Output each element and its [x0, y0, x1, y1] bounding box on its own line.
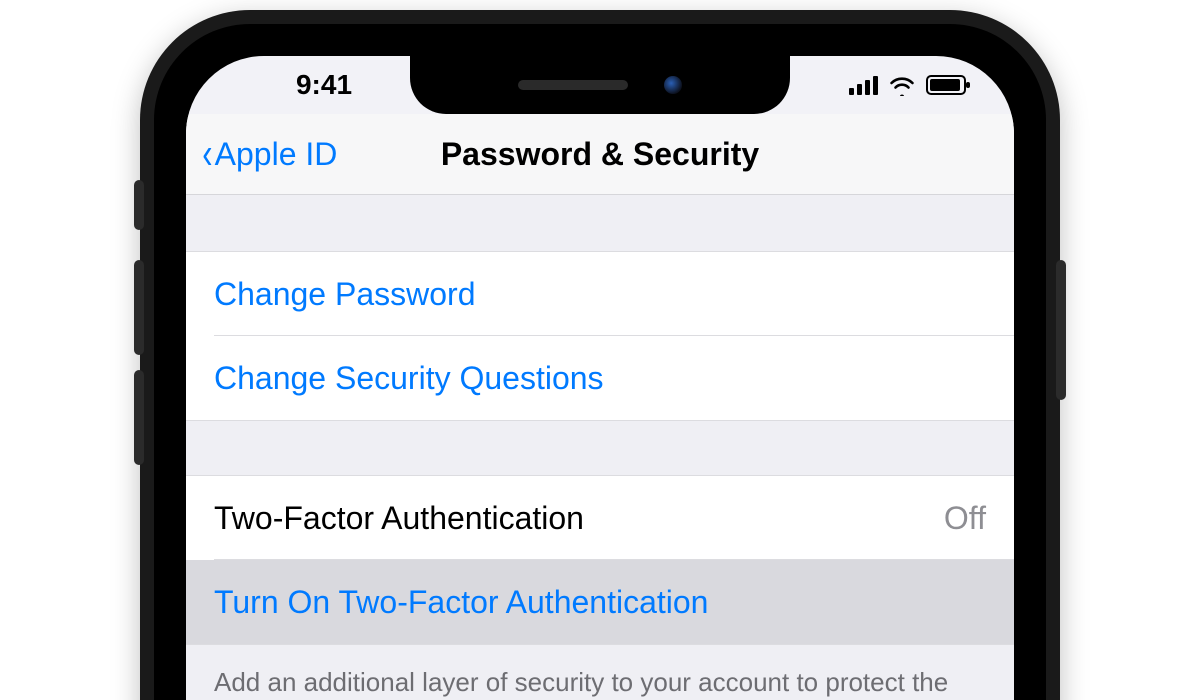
change-security-questions-row[interactable]: Change Security Questions [186, 336, 1014, 421]
earpiece-speaker [518, 80, 628, 90]
two-factor-status-row: Two-Factor Authentication Off [186, 475, 1014, 560]
page-title: Password & Security [441, 136, 759, 173]
wifi-icon [888, 74, 916, 96]
cellular-signal-icon [849, 75, 878, 95]
back-button[interactable]: ‹ Apple ID [200, 132, 337, 176]
change-password-label: Change Password [214, 276, 475, 313]
side-power-button [1056, 260, 1066, 400]
battery-icon [926, 75, 966, 95]
back-button-label: Apple ID [215, 136, 338, 173]
two-factor-status-value: Off [944, 500, 986, 537]
iphone-device-frame: 9:41 [140, 10, 1060, 700]
turn-on-two-factor-label: Turn On Two-Factor Authentication [214, 584, 708, 621]
volume-up-button [134, 260, 144, 355]
navigation-bar: ‹ Apple ID Password & Security [186, 114, 1014, 195]
status-time: 9:41 [234, 69, 414, 101]
two-factor-status-label: Two-Factor Authentication [214, 500, 944, 537]
mute-switch [134, 180, 144, 230]
two-factor-group: Two-Factor Authentication Off Turn On Tw… [186, 475, 1014, 645]
change-security-questions-label: Change Security Questions [214, 360, 604, 397]
two-factor-footer-note: Add an additional layer of security to y… [186, 645, 1014, 700]
volume-down-button [134, 370, 144, 465]
notch [410, 56, 790, 114]
settings-content: Change Password Change Security Question… [186, 195, 1014, 700]
change-password-row[interactable]: Change Password [186, 251, 1014, 336]
front-camera [664, 76, 682, 94]
password-group: Change Password Change Security Question… [186, 251, 1014, 421]
iphone-screen: 9:41 [186, 56, 1014, 700]
chevron-left-icon: ‹ [202, 132, 212, 176]
turn-on-two-factor-row[interactable]: Turn On Two-Factor Authentication [186, 560, 1014, 645]
